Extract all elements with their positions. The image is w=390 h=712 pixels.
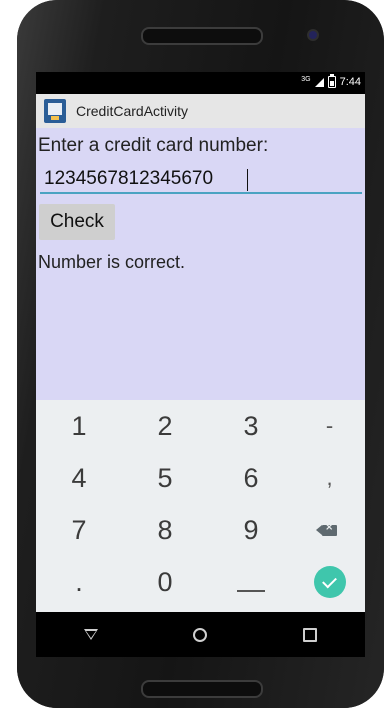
back-icon[interactable]	[83, 629, 98, 640]
front-camera	[309, 31, 317, 39]
status-clock: 7:44	[339, 76, 361, 88]
key-period[interactable]: .	[36, 556, 122, 608]
check-button[interactable]: Check	[39, 204, 115, 240]
top-speaker	[141, 27, 263, 45]
key-space[interactable]	[208, 556, 294, 608]
done-icon	[313, 566, 346, 598]
navigation-bar	[36, 612, 365, 657]
text-cursor	[247, 169, 248, 191]
key-comma[interactable]: ,	[294, 452, 365, 504]
key-done[interactable]	[294, 556, 365, 608]
key-2[interactable]: 2	[122, 400, 208, 452]
key-5[interactable]: 5	[122, 452, 208, 504]
app-title: CreditCardActivity	[76, 103, 189, 119]
key-9[interactable]: 9	[208, 504, 294, 556]
app-icon	[44, 99, 66, 123]
key-3[interactable]: 3	[208, 400, 294, 452]
numeric-keyboard: 1 2 3 - 4 5 6 , 7 8 9 × . 0	[36, 400, 365, 612]
keyboard-row-4: . 0	[36, 556, 365, 608]
space-icon	[237, 590, 265, 592]
card-number-prompt: Enter a credit card number:	[38, 135, 269, 156]
status-bar: 3G 7:44	[36, 72, 365, 94]
key-7[interactable]: 7	[36, 504, 122, 556]
device-screen: 3G 7:44 CreditCardActivity Enter a credi…	[36, 72, 365, 657]
key-backspace[interactable]: ×	[294, 504, 365, 556]
keyboard-row-2: 4 5 6 ,	[36, 452, 365, 504]
network-type-label: 3G	[301, 75, 311, 83]
key-1[interactable]: 1	[36, 400, 122, 452]
key-4[interactable]: 4	[36, 452, 122, 504]
key-6[interactable]: 6	[208, 452, 294, 504]
action-bar: CreditCardActivity	[36, 94, 365, 128]
backspace-icon: ×	[316, 522, 337, 536]
keyboard-row-1: 1 2 3 -	[36, 400, 365, 452]
recent-apps-icon[interactable]	[303, 627, 318, 642]
card-number-input[interactable]	[40, 166, 362, 194]
key-0[interactable]: 0	[122, 556, 208, 608]
home-icon[interactable]	[193, 627, 208, 642]
key-minus[interactable]: -	[294, 400, 365, 452]
status-indicators: 3G 7:44	[301, 74, 361, 88]
signal-icon	[314, 77, 324, 87]
keyboard-row-3: 7 8 9 ×	[36, 504, 365, 556]
activity-content: Enter a credit card number: Check Number…	[36, 128, 365, 400]
key-8[interactable]: 8	[122, 504, 208, 556]
battery-icon	[327, 74, 336, 88]
bottom-speaker	[141, 680, 263, 698]
result-message: Number is correct.	[38, 252, 186, 272]
